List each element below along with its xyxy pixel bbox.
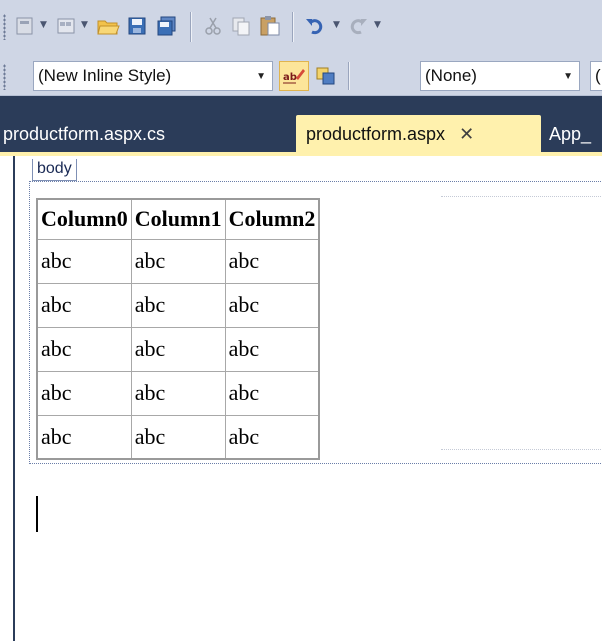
new-project-dropdown-arrow[interactable]: ▼	[40, 20, 47, 30]
table-row: abc abc abc	[36, 238, 320, 284]
style-toolbar: (New Inline Style) ▼ ab (None) ▼ (	[0, 56, 602, 96]
apply-style-button[interactable]: ab	[279, 61, 309, 91]
add-item-icon[interactable]	[53, 15, 79, 37]
table-cell[interactable]: abc	[224, 238, 320, 284]
table-cell[interactable]: abc	[224, 282, 320, 328]
table-cell[interactable]: abc	[130, 414, 226, 460]
next-combo-value: (	[595, 66, 601, 85]
cut-icon[interactable]	[200, 15, 226, 37]
close-icon[interactable]: ✕	[459, 124, 474, 145]
tab-label: productform.aspx.cs	[3, 123, 166, 144]
copy-icon[interactable]	[228, 15, 254, 37]
document-tab-strip: productform.aspx.cs productform.aspx ✕ A…	[0, 97, 602, 153]
table-cell[interactable]: abc	[36, 238, 132, 284]
toolbar-separator	[292, 12, 293, 42]
design-surface[interactable]: body Column0 Column1 Column2 abc abc abc…	[0, 156, 602, 641]
style-application-combo[interactable]: (New Inline Style) ▼	[33, 61, 273, 91]
table-cell[interactable]: abc	[130, 238, 226, 284]
toolbar-separator	[348, 62, 349, 90]
tab-app[interactable]: App_	[546, 115, 602, 153]
toolbar-separator	[190, 12, 191, 42]
next-combo[interactable]: (	[590, 61, 602, 91]
target-rule-value: (None)	[425, 66, 477, 85]
tab-label: productform.aspx	[306, 123, 446, 144]
table-cell[interactable]: abc	[36, 326, 132, 372]
redo-dropdown-arrow[interactable]: ▼	[374, 20, 381, 30]
table-header-row: Column0 Column1 Column2	[36, 198, 320, 240]
save-all-icon[interactable]	[153, 15, 181, 37]
undo-dropdown-arrow[interactable]: ▼	[333, 20, 340, 30]
target-rule-combo[interactable]: (None) ▼	[420, 61, 580, 91]
open-folder-icon[interactable]	[94, 15, 122, 37]
paste-icon[interactable]	[256, 15, 284, 37]
table-row: abc abc abc	[36, 370, 320, 416]
toolbar-grip[interactable]	[3, 64, 6, 90]
table-header-cell[interactable]: Column2	[224, 198, 320, 240]
new-project-icon[interactable]	[12, 15, 38, 37]
standard-toolbar: ▼ ▼ ▼ ▼	[0, 0, 602, 56]
manage-styles-button[interactable]	[311, 61, 341, 91]
body-tag-label[interactable]: body	[32, 159, 77, 181]
table-cell[interactable]: abc	[224, 414, 320, 460]
chevron-down-icon[interactable]: ▼	[256, 71, 266, 82]
outline-dotted-line	[441, 449, 602, 450]
html-table[interactable]: Column0 Column1 Column2 abc abc abc abc …	[36, 198, 321, 460]
table-row: abc abc abc	[36, 414, 320, 460]
table-cell[interactable]: abc	[36, 414, 132, 460]
toolbar-grip[interactable]	[3, 14, 6, 40]
tab-label: App_	[549, 123, 592, 144]
copy-style-icon	[316, 67, 335, 85]
body-element-outline: Column0 Column1 Column2 abc abc abc abc …	[29, 181, 602, 464]
table-row: abc abc abc	[36, 282, 320, 328]
save-icon[interactable]	[124, 15, 150, 37]
text-caret	[36, 496, 38, 532]
table-cell[interactable]: abc	[36, 282, 132, 328]
editor-left-border	[13, 156, 15, 641]
apply-style-icon: ab	[283, 69, 305, 84]
svg-text:ab: ab	[283, 72, 297, 83]
table-cell[interactable]: abc	[130, 282, 226, 328]
undo-icon[interactable]	[302, 15, 328, 37]
add-item-dropdown-arrow[interactable]: ▼	[81, 20, 88, 30]
table-cell[interactable]: abc	[130, 370, 226, 416]
table-cell[interactable]: abc	[224, 370, 320, 416]
table-header-cell[interactable]: Column0	[36, 198, 132, 240]
table-cell[interactable]: abc	[224, 326, 320, 372]
chevron-down-icon[interactable]: ▼	[563, 71, 573, 82]
table-header-cell[interactable]: Column1	[130, 198, 226, 240]
table-cell[interactable]: abc	[36, 370, 132, 416]
outline-dotted-line	[441, 196, 602, 197]
table-cell[interactable]: abc	[130, 326, 226, 372]
redo-icon[interactable]	[345, 15, 371, 37]
style-combo-value: (New Inline Style)	[38, 66, 172, 85]
tab-productform-aspx-cs[interactable]: productform.aspx.cs	[0, 115, 290, 153]
table-row: abc abc abc	[36, 326, 320, 372]
tab-productform-aspx[interactable]: productform.aspx ✕	[296, 115, 541, 153]
